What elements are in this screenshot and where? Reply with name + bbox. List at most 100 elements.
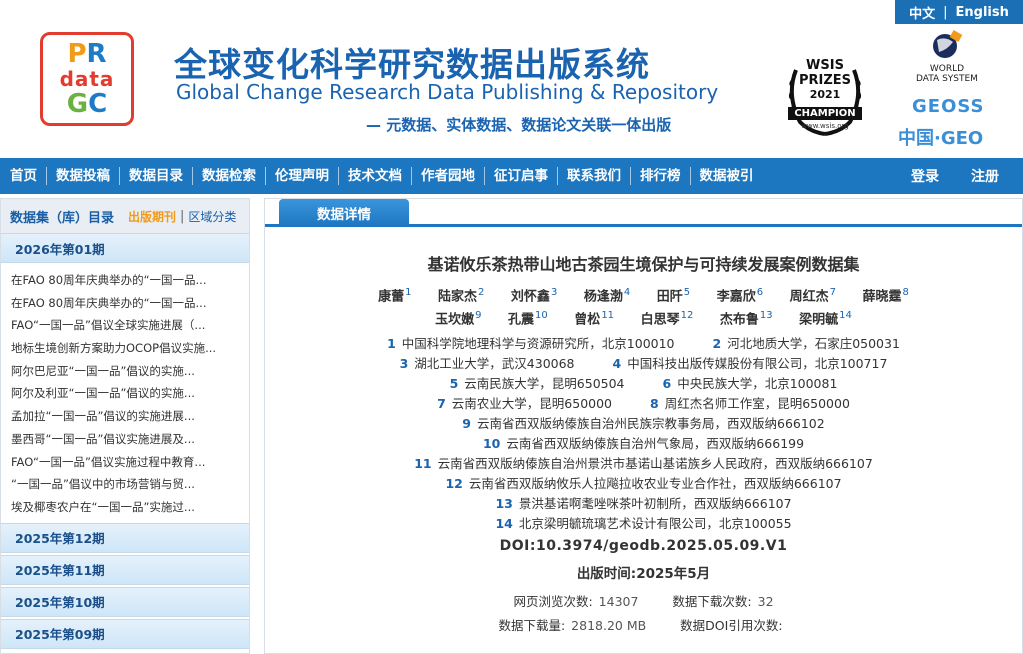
register-link[interactable]: 注册	[971, 166, 999, 186]
logo-letter-p: P	[67, 39, 87, 69]
downloads-count: 32	[757, 593, 774, 609]
author[interactable]: 刘怀鑫3	[511, 283, 557, 306]
list-item[interactable]: 阿尔巴尼亚“一国一品”倡议的实施...	[1, 360, 225, 383]
lang-en-link[interactable]: English	[956, 5, 1009, 20]
author[interactable]: 康蕾1	[378, 283, 411, 306]
stats-row-2: 数据下载量: 2818.20 MB 数据DOI引用次数:	[265, 614, 1022, 638]
volume-label: 数据下载量:	[498, 617, 566, 633]
list-item[interactable]: FAO“一国一品”倡议实施过程中教育...	[1, 451, 225, 474]
login-link[interactable]: 登录	[911, 166, 939, 186]
nav-submit[interactable]: 数据投稿	[47, 167, 120, 185]
prdatagc-logo[interactable]: PR data GC	[40, 32, 134, 126]
champion-band: CHAMPION	[788, 107, 862, 120]
affil-number: 12	[445, 475, 463, 491]
list-item[interactable]: 在FAO 80周年庆典举办的“一国一品...	[1, 292, 225, 315]
stats-row-1: 网页浏览次数: 14307 数据下载次数: 32	[265, 590, 1022, 614]
issue-2025-10[interactable]: 2025年第10期	[1, 586, 249, 617]
logo-letter-g: G	[66, 89, 89, 119]
list-item[interactable]: 孟加拉“一国一品”倡议的实施进展...	[1, 405, 225, 428]
doi-cites-label: 数据DOI引用次数:	[680, 617, 783, 633]
list-item[interactable]: “一国一品”倡议中的市场营销与贸...	[1, 473, 225, 496]
affil-number: 10	[482, 435, 501, 451]
tab-dataset-detail[interactable]: 数据详情	[279, 199, 409, 227]
author[interactable]: 周红杰7	[790, 283, 836, 306]
affiliation-row: 12 云南省西双版纳攸乐人拉飚拉收农业专业合作社，西双版纳666107	[265, 474, 1022, 494]
affil-text: 湖北工业大学，武汉430068	[414, 355, 575, 371]
issue-2025-09[interactable]: 2025年第09期	[1, 618, 249, 649]
author[interactable]: 李嘉欣6	[717, 283, 763, 306]
sidebar-separator: |	[180, 208, 185, 224]
affiliation-list: 1 中国科学院地理科学与资源研究所，北京100010 2 河北地质大学，石家庄050…	[265, 334, 1022, 534]
list-item[interactable]: 墨西哥“一国一品”倡议实施进展及...	[1, 428, 225, 451]
nav-search[interactable]: 数据检索	[193, 167, 266, 185]
author[interactable]: 曾松11	[574, 306, 614, 329]
affiliation-row: 10 云南省西双版纳傣族自治州气象局，西双版纳666199	[265, 434, 1022, 454]
china-geo-logo[interactable]: 中国·GEO	[898, 124, 983, 150]
affiliation-row: 13 景洪基诺啊耄唑咪茶叶初制所，西双版纳666107	[265, 494, 1022, 514]
affiliation-row: 7 云南农业大学，昆明650000 8 周红杰名师工作室，昆明650000	[265, 394, 1022, 414]
nav-subscription[interactable]: 征订启事	[485, 167, 558, 185]
nav-catalog[interactable]: 数据目录	[120, 167, 193, 185]
list-item[interactable]: 地标生境创新方案助力OCOP倡议实施...	[1, 337, 225, 360]
lang-separator: |	[943, 4, 948, 20]
list-item[interactable]: 在FAO 80周年庆典举办的“一国一品...	[1, 269, 225, 292]
author[interactable]: 白思琴12	[641, 306, 694, 329]
author[interactable]: 杨逢渤4	[584, 283, 630, 306]
nav-techdocs[interactable]: 技术文档	[339, 167, 412, 185]
site-title-en: Global Change Research Data Publishing &…	[176, 80, 719, 104]
issue-2026-01[interactable]: 2026年第01期	[1, 233, 249, 263]
author[interactable]: 田阡5	[657, 283, 690, 306]
affil-number: 7	[437, 395, 446, 411]
affil-number: 4	[612, 355, 622, 371]
world-data-system-logo[interactable]: WORLD DATA SYSTEM	[912, 30, 982, 84]
author[interactable]: 梁明毓14	[799, 306, 852, 329]
dataset-doi[interactable]: DOI:10.3974/geodb.2025.05.09.V1	[265, 538, 1022, 554]
author[interactable]: 薛晓霆8	[863, 283, 909, 306]
views-label: 网页浏览次数:	[513, 593, 593, 609]
logo-data-text: data	[59, 67, 115, 91]
site-subtitle: — 元数据、实体数据、数据论文关联一体出版	[366, 116, 672, 134]
affil-number: 5	[449, 375, 459, 391]
author-row-1: 康蕾1 陆家杰2 刘怀鑫3 杨逢渤4 田阡5 李嘉欣6 周红杰7 薛晓霆8	[265, 283, 1022, 306]
downloads-label: 数据下载次数:	[672, 593, 752, 609]
detail-tabbar: 数据详情	[265, 199, 1022, 227]
auth-links: 登录 注册	[911, 158, 999, 194]
dataset-stats: 网页浏览次数: 14307 数据下载次数: 32 数据下载量: 2818.20 MB …	[265, 590, 1022, 638]
geoss-logo[interactable]: GEOSS	[912, 96, 985, 117]
affiliation-row: 11 云南省西双版纳傣族自治州景洪市基诺山基诺族乡人民政府，西双版纳666107	[265, 454, 1022, 474]
author[interactable]: 陆家杰2	[438, 283, 484, 306]
affil-number: 1	[387, 335, 396, 351]
lang-cn-link[interactable]: 中文	[909, 3, 935, 22]
affiliation-row: 3 湖北工业大学，武汉430068 4 中国科技出版传媒股份有限公司，北京10071…	[265, 354, 1022, 374]
region-category-link[interactable]: 区域分类	[188, 208, 236, 225]
affil-number: 9	[462, 415, 471, 431]
list-item[interactable]: 埃及椰枣农户在“一国一品”实施过...	[1, 496, 225, 519]
logo-letter-r: R	[86, 39, 107, 69]
list-item[interactable]: FAO“一国一品”倡议全球实施进展（...	[1, 314, 225, 337]
wsis-url: www.wsis.org	[801, 122, 849, 130]
affil-text: 北京梁明毓琉璃艺术设计有限公司，北京100055	[518, 515, 792, 531]
issue-2025-12[interactable]: 2025年第12期	[1, 522, 249, 553]
publish-journal-link[interactable]: 出版期刊	[128, 208, 176, 225]
dataset-detail-panel: 数据详情 基诺攸乐茶热带山地古茶园生境保护与可持续发展案例数据集 康蕾1 陆家杰…	[264, 198, 1023, 654]
nav-contact[interactable]: 联系我们	[558, 167, 631, 185]
nav-ethics[interactable]: 伦理声明	[266, 167, 339, 185]
list-item[interactable]: 阿尔及利亚“一国一品”倡议的实施...	[1, 382, 225, 405]
nav-ranking[interactable]: 排行榜	[631, 167, 691, 185]
affil-text: 云南省西双版纳傣族自治州民族宗教事务局，西双版纳666102	[476, 415, 825, 431]
affil-number: 8	[649, 395, 659, 411]
affil-text: 云南省西双版纳傣族自治州景洪市基诺山基诺族乡人民政府，西双版纳666107	[437, 455, 873, 471]
nav-authors[interactable]: 作者园地	[412, 167, 485, 185]
sidebar-header: 数据集（库）目录 出版期刊 | 区域分类	[1, 199, 249, 233]
author[interactable]: 杰布鲁13	[720, 306, 773, 329]
wds-text-1: WORLD	[929, 64, 965, 74]
nav-home[interactable]: 首页	[0, 167, 47, 185]
issue-article-list: 在FAO 80周年庆典举办的“一国一品... 在FAO 80周年庆典举办的“一国…	[1, 263, 249, 523]
affil-text: 中央民族大学，北京100081	[677, 375, 838, 391]
nav-citations[interactable]: 数据被引	[691, 167, 763, 185]
affil-number: 14	[495, 515, 513, 531]
author[interactable]: 孔震10	[508, 306, 548, 329]
issue-2025-11[interactable]: 2025年第11期	[1, 554, 249, 585]
author[interactable]: 玉坎嫩9	[435, 306, 481, 329]
affil-text: 周红杰名师工作室，昆明650000	[664, 395, 850, 411]
